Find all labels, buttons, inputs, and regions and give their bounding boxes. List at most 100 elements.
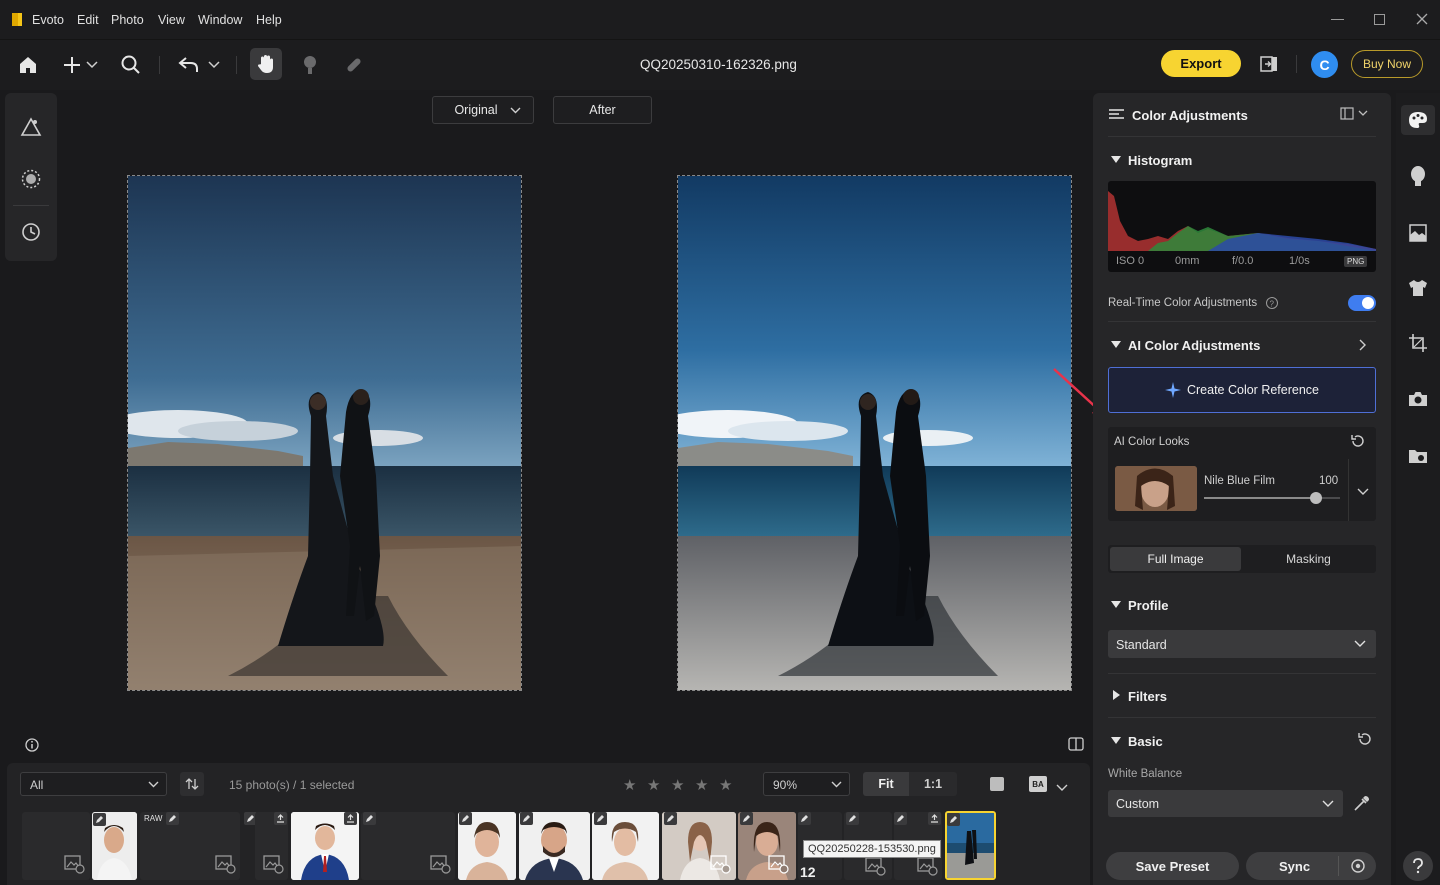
minimize-icon[interactable] [1331, 19, 1344, 20]
restore-icon[interactable] [1374, 14, 1385, 25]
rating-star-5[interactable]: ★ [719, 776, 732, 794]
original-dropdown[interactable]: Original [432, 96, 534, 124]
color-adjustments-panel: Color Adjustments Histogram ISO 0 0mm f/… [1093, 93, 1391, 885]
one-to-one-label: 1:1 [923, 777, 943, 791]
sync-divider [1338, 856, 1339, 876]
filter-dropdown[interactable]: All [20, 772, 167, 796]
info-icon[interactable] [24, 737, 40, 753]
tab-full-image-label: Full Image [1147, 552, 1204, 566]
clothing-icon[interactable] [1407, 278, 1429, 298]
export-sidebar-icon[interactable] [1255, 50, 1283, 78]
panel-layout-icon[interactable] [1340, 107, 1370, 121]
fit-button[interactable]: Fit [863, 772, 909, 796]
divider [1108, 717, 1376, 718]
buy-now-button[interactable]: Buy Now [1351, 50, 1423, 78]
edited-badge-icon [740, 812, 753, 825]
close-icon[interactable] [1414, 11, 1430, 27]
edited-badge-icon [846, 812, 859, 825]
sparkle-icon [1164, 382, 1181, 398]
buy-now-label: Buy Now [1362, 57, 1412, 71]
profile-dropdown[interactable]: Standard [1108, 630, 1376, 658]
collapse-triangle-icon[interactable] [1111, 341, 1121, 348]
rating-star-3[interactable]: ★ [671, 776, 684, 794]
crop-icon[interactable] [1408, 333, 1428, 353]
menu-bar: Evoto Edit Photo View Window Help [0, 0, 1440, 40]
chevron-down-icon[interactable] [1056, 780, 1068, 791]
look-slider-track[interactable] [1204, 492, 1340, 504]
rating-star-1[interactable]: ★ [623, 776, 636, 794]
basic-reset-icon[interactable] [1357, 731, 1373, 747]
rating-star-4[interactable]: ★ [695, 776, 708, 794]
adjust-tool-icon[interactable] [17, 113, 45, 141]
home-icon[interactable] [14, 51, 42, 79]
menu-item-view[interactable]: View [158, 13, 185, 27]
eyedropper-icon[interactable] [1353, 794, 1371, 812]
after-button[interactable]: After [553, 96, 652, 124]
ai-color-adjustments-title[interactable]: AI Color Adjustments [1128, 338, 1260, 353]
before-after-button[interactable]: BA [1029, 776, 1047, 792]
edited-badge-icon [947, 813, 960, 826]
preview-folder-icon[interactable] [1407, 447, 1429, 465]
profile-title[interactable]: Profile [1128, 598, 1168, 613]
single-view-icon[interactable] [990, 777, 1004, 791]
filters-title[interactable]: Filters [1128, 689, 1167, 704]
undo-icon[interactable] [175, 51, 203, 79]
tab-masking[interactable]: Masking [1243, 547, 1374, 571]
hand-tool-icon[interactable] [250, 48, 282, 80]
save-preset-button[interactable]: Save Preset [1106, 852, 1239, 880]
original-photo[interactable] [127, 175, 522, 691]
export-button[interactable]: Export [1161, 50, 1241, 77]
menu-item-photo[interactable]: Photo [111, 13, 144, 27]
avatar[interactable]: C [1311, 51, 1338, 78]
menu-item-help[interactable]: Help [256, 13, 282, 27]
realtime-toggle[interactable] [1348, 295, 1376, 311]
menu-item-edit[interactable]: Edit [77, 13, 99, 27]
expand-triangle-icon[interactable] [1113, 690, 1120, 700]
chevron-down-icon [510, 107, 521, 114]
app-name: Evoto [32, 13, 64, 27]
histogram-focal: 0mm [1175, 255, 1200, 267]
face-brush-icon[interactable] [296, 51, 324, 79]
help-circle-icon[interactable] [1403, 851, 1433, 881]
after-label: After [589, 103, 616, 117]
fit-label: Fit [878, 777, 894, 791]
look-slider-knob[interactable] [1309, 492, 1322, 504]
one-to-one-button[interactable]: 1:1 [909, 772, 957, 796]
collapse-triangle-icon[interactable] [1111, 737, 1121, 744]
bandage-icon[interactable] [340, 51, 368, 79]
collapse-triangle-icon[interactable] [1111, 601, 1121, 608]
chevron-right-icon[interactable] [1358, 338, 1368, 352]
mask-tool-icon[interactable] [17, 165, 45, 193]
reset-icon[interactable] [1350, 433, 1366, 449]
chevron-down-icon [148, 781, 159, 788]
zoom-dropdown[interactable]: 90% [763, 772, 850, 796]
sync-label: Sync [1279, 859, 1311, 874]
camera-icon[interactable] [1407, 390, 1429, 408]
avatar-letter: C [1319, 56, 1330, 73]
sync-settings-icon[interactable] [1350, 858, 1366, 874]
after-photo[interactable] [677, 175, 1072, 691]
chevron-down-icon[interactable] [84, 51, 100, 79]
basic-title[interactable]: Basic [1128, 734, 1163, 749]
menu-item-window[interactable]: Window [198, 13, 242, 27]
look-thumbnail[interactable] [1115, 466, 1197, 511]
rating-star-2[interactable]: ★ [647, 776, 660, 794]
help-icon[interactable]: ? [1265, 296, 1279, 310]
compare-split-icon[interactable] [1067, 736, 1085, 752]
create-color-reference-button[interactable]: Create Color Reference [1108, 367, 1376, 413]
sync-button[interactable]: Sync [1246, 852, 1376, 880]
color-palette-icon[interactable] [1401, 105, 1435, 135]
add-icon[interactable] [58, 51, 86, 79]
photo-count: 15 photo(s) / 1 selected [229, 778, 355, 792]
history-icon[interactable] [17, 218, 45, 246]
tab-full-image[interactable]: Full Image [1110, 547, 1241, 571]
histogram-title[interactable]: Histogram [1128, 153, 1192, 168]
collapse-triangle-icon[interactable] [1111, 156, 1121, 163]
undo-history-chevron-icon[interactable] [206, 51, 222, 79]
chevron-down-icon[interactable] [1357, 484, 1369, 495]
face-retouch-icon[interactable] [1408, 165, 1428, 187]
sort-button[interactable] [180, 772, 204, 796]
search-icon[interactable] [117, 51, 145, 79]
white-balance-dropdown[interactable]: Custom [1108, 790, 1343, 817]
background-icon[interactable] [1408, 223, 1428, 243]
